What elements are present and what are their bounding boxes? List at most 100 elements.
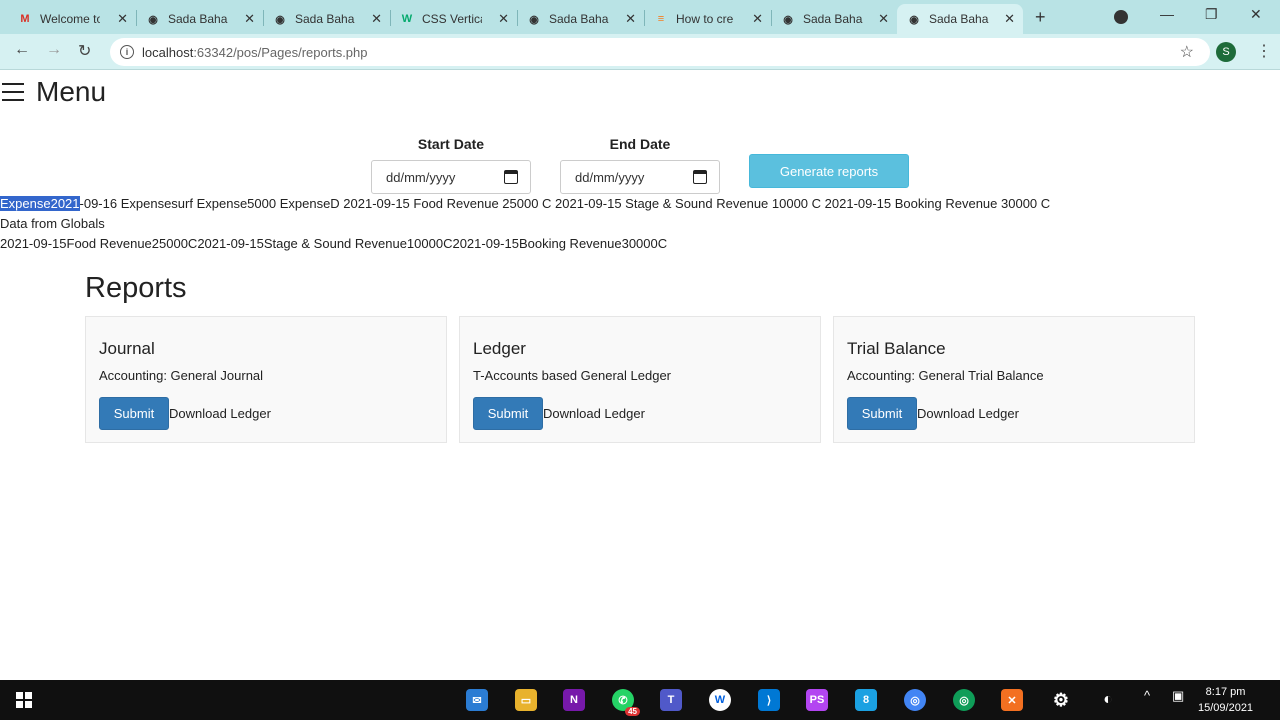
trial-balance-card: Trial Balance Accounting: General Trial … (833, 316, 1195, 443)
reload-icon[interactable]: ↻ (78, 41, 91, 61)
reports-heading: Reports (85, 272, 187, 304)
windows-taskbar: ✉ ▭ N ✆ 45 T W ⟩ PS 8 ◎ ◎ ✕ ⚙ ◐ ^ ▣ 8:17 … (0, 680, 1280, 720)
bookmark-star-icon[interactable]: ☆ (1180, 42, 1194, 62)
tab-title: Welcome to (40, 12, 100, 26)
selected-text: Expense2021 (0, 196, 80, 211)
app-8-icon[interactable]: 8 (855, 689, 877, 711)
chrome-active-icon[interactable]: ◎ (953, 689, 975, 711)
clock-time: 8:17 pm (1205, 686, 1246, 698)
system-clock[interactable]: 8:17 pm 15/09/2021 (1198, 684, 1253, 716)
download-ledger-link[interactable]: Download Ledger (543, 406, 645, 421)
url-path: :63342/pos/Pages/reports.php (193, 44, 368, 60)
card-title: Journal (99, 339, 155, 358)
tab-title: Sada Bahar (168, 12, 228, 26)
mail-icon[interactable]: ✉ (466, 689, 488, 711)
minimize-icon[interactable]: — (1160, 6, 1174, 22)
journal-submit-button[interactable]: Submit (99, 397, 169, 430)
menu-label: Menu (36, 76, 107, 107)
globe-icon: ◉ (275, 13, 285, 26)
globe-icon: ◉ (529, 13, 539, 26)
card-actions: Submit Download Ledger (473, 397, 645, 430)
start-date-label: Start Date (417, 136, 485, 152)
browser-tab[interactable]: ◉ Sada Bahar ✕ (263, 4, 390, 34)
download-ledger-link[interactable]: Download Ledger (917, 406, 1019, 421)
browser-tab[interactable]: ◉ Sada Bahar ✕ (136, 4, 263, 34)
tray-chevron-icon[interactable]: ^ (1144, 688, 1150, 703)
app-icon[interactable]: W (709, 689, 731, 711)
card-description: T-Accounts based General Ledger (473, 368, 672, 383)
address-bar[interactable]: i localhost:63342/pos/Pages/reports.php … (110, 38, 1210, 66)
onenote-icon[interactable]: N (563, 689, 585, 711)
start-date-placeholder: dd/mm/yyyy (386, 169, 456, 185)
raw-output-text: -09-16 Expensesurf Expense5000 ExpenseD … (79, 196, 1051, 211)
globe-icon: ◉ (148, 13, 158, 26)
browser-tab[interactable]: W CSS Vertical ✕ (390, 4, 517, 34)
back-icon[interactable]: ← (14, 41, 30, 59)
clock-date: 15/09/2021 (1198, 702, 1254, 714)
browser-toolbar: ← → ↻ i localhost:63342/pos/Pages/report… (0, 34, 1280, 70)
new-tab-icon[interactable]: + (1035, 7, 1046, 28)
calendar-icon[interactable] (504, 170, 518, 184)
tab-title: CSS Vertical (422, 12, 482, 26)
download-ledger-link[interactable]: Download Ledger (169, 406, 271, 421)
close-icon[interactable]: ✕ (1004, 11, 1015, 27)
browser-tab-active[interactable]: ◉ Sada Bahar ✕ (897, 4, 1023, 34)
ledger-card: Ledger T-Accounts based General Ledger S… (459, 316, 821, 443)
trial-balance-submit-button[interactable]: Submit (847, 397, 917, 430)
phpstorm-icon[interactable]: PS (806, 689, 828, 711)
close-window-icon[interactable]: ✕ (1250, 6, 1262, 23)
generate-reports-button[interactable]: Generate reports (749, 154, 909, 188)
close-icon[interactable]: ✕ (244, 11, 255, 27)
globe-icon: ◉ (783, 13, 793, 26)
settings-icon[interactable]: ⚙ (1050, 689, 1072, 711)
w3schools-icon: W (401, 13, 413, 25)
chrome-icon[interactable]: ◎ (904, 689, 926, 711)
globals-label: Data from Globals (0, 216, 105, 231)
teams-icon[interactable]: T (660, 689, 682, 711)
browser-tab[interactable]: ◉ Sada Bahar ✕ (771, 4, 897, 34)
notification-badge: 45 (625, 707, 640, 716)
close-icon[interactable]: ✕ (498, 11, 509, 27)
profile-avatar[interactable]: S (1216, 42, 1236, 62)
browser-tab[interactable]: M Welcome to ✕ (8, 4, 136, 34)
raw-output-line: Expense2021-09-16 Expensesurf Expense500… (0, 196, 1050, 211)
close-icon[interactable]: ✕ (752, 11, 763, 27)
browser-tab[interactable]: ≡ How to cre ✕ (644, 4, 771, 34)
tab-title: How to cre (676, 12, 734, 26)
vscode-icon[interactable]: ⟩ (758, 689, 780, 711)
whatsapp-icon[interactable]: ✆ 45 (612, 689, 640, 716)
card-title: Ledger (473, 339, 526, 358)
obs-icon[interactable]: ◐ (1097, 689, 1119, 711)
browser-tabstrip: M Welcome to ✕ ◉ Sada Bahar ✕ ◉ Sada Bah… (0, 0, 1280, 34)
info-icon[interactable]: i (120, 45, 134, 59)
calendar-icon[interactable] (693, 170, 707, 184)
card-actions: Submit Download Ledger (99, 397, 271, 430)
restore-icon[interactable]: ❐ (1205, 6, 1218, 23)
file-explorer-icon[interactable]: ▭ (515, 689, 537, 711)
network-icon[interactable]: ▣ (1172, 688, 1184, 704)
hamburger-icon[interactable] (2, 83, 24, 101)
card-title: Trial Balance (847, 339, 946, 358)
browser-tab[interactable]: ◉ Sada Bahar ✕ (517, 4, 644, 34)
close-icon[interactable]: ✕ (371, 11, 382, 27)
ledger-submit-button[interactable]: Submit (473, 397, 543, 430)
start-date-group: Start Date dd/mm/yyyy (371, 136, 531, 194)
xampp-icon[interactable]: ✕ (1001, 689, 1023, 711)
stackoverflow-icon: ≡ (657, 13, 665, 25)
close-icon[interactable]: ✕ (625, 11, 636, 27)
tab-title: Sada Bahar (295, 12, 355, 26)
windows-start-icon[interactable] (16, 692, 32, 708)
tab-title: Sada Bahar (549, 12, 609, 26)
end-date-input[interactable]: dd/mm/yyyy (560, 160, 720, 194)
end-date-label: End Date (609, 136, 671, 152)
tab-title: Sada Bahar (929, 12, 989, 26)
close-icon[interactable]: ✕ (117, 11, 128, 27)
more-options-icon[interactable]: ⋮ (1256, 41, 1272, 61)
menu-toggle[interactable]: Menu (2, 76, 106, 108)
start-date-input[interactable]: dd/mm/yyyy (371, 160, 531, 194)
tab-title: Sada Bahar (803, 12, 863, 26)
tab-search-icon[interactable] (1114, 10, 1128, 24)
forward-icon[interactable]: → (46, 41, 62, 59)
end-date-placeholder: dd/mm/yyyy (575, 169, 645, 185)
close-icon[interactable]: ✕ (878, 11, 889, 27)
